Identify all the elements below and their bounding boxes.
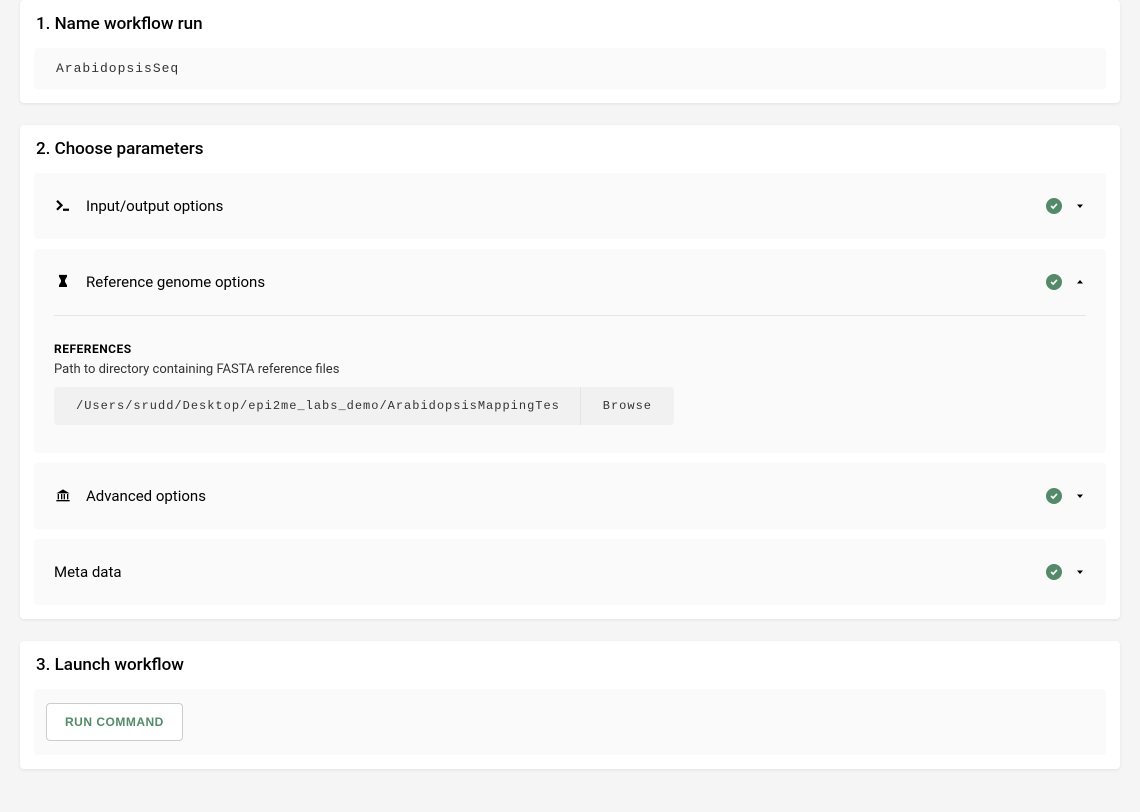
run-name-input-wrap (34, 48, 1106, 89)
panel-reference-title: Reference genome options (86, 273, 1046, 291)
references-label: REFERENCES (54, 342, 1086, 356)
run-name-input[interactable] (56, 61, 1084, 76)
run-command-button[interactable]: RUN COMMAND (46, 703, 183, 741)
check-circle-icon (1046, 564, 1062, 580)
step-name-run-card: 1. Name workflow run (20, 0, 1120, 103)
references-path-row: Browse (54, 387, 674, 425)
references-desc: Path to directory containing FASTA refer… (54, 362, 1086, 377)
step-parameters-card: 2. Choose parameters Input/output option… (20, 125, 1120, 619)
panel-reference-header[interactable]: Reference genome options (34, 249, 1106, 315)
panel-meta-title: Meta data (54, 563, 1046, 581)
panel-reference-options: Reference genome options REFERENCES Path… (34, 249, 1106, 453)
check-circle-icon (1046, 274, 1062, 290)
references-path-wrap (54, 387, 580, 425)
panel-advanced-options: Advanced options (34, 463, 1106, 529)
divider (54, 315, 1086, 316)
panel-advanced-title: Advanced options (86, 487, 1046, 505)
step2-title: 2. Choose parameters (34, 139, 1106, 159)
terminal-icon (54, 197, 72, 215)
caret-up-icon (1074, 276, 1086, 288)
hourglass-icon (54, 273, 72, 291)
panel-advanced-header[interactable]: Advanced options (34, 463, 1106, 529)
caret-down-icon (1074, 490, 1086, 502)
panel-io-options: Input/output options (34, 173, 1106, 239)
caret-down-icon (1074, 200, 1086, 212)
panel-meta-data: Meta data (34, 539, 1106, 605)
browse-button[interactable]: Browse (580, 387, 674, 425)
check-circle-icon (1046, 198, 1062, 214)
launch-area: RUN COMMAND (34, 689, 1106, 755)
panel-io-title: Input/output options (86, 197, 1046, 215)
institution-icon (54, 487, 72, 505)
check-circle-icon (1046, 488, 1062, 504)
caret-down-icon (1074, 566, 1086, 578)
step3-title: 3. Launch workflow (34, 655, 1106, 675)
panel-reference-body: REFERENCES Path to directory containing … (34, 315, 1106, 453)
step1-title: 1. Name workflow run (34, 14, 1106, 34)
panel-meta-header[interactable]: Meta data (34, 539, 1106, 605)
references-path-input[interactable] (76, 399, 558, 413)
panel-io-header[interactable]: Input/output options (34, 173, 1106, 239)
step-launch-card: 3. Launch workflow RUN COMMAND (20, 641, 1120, 769)
